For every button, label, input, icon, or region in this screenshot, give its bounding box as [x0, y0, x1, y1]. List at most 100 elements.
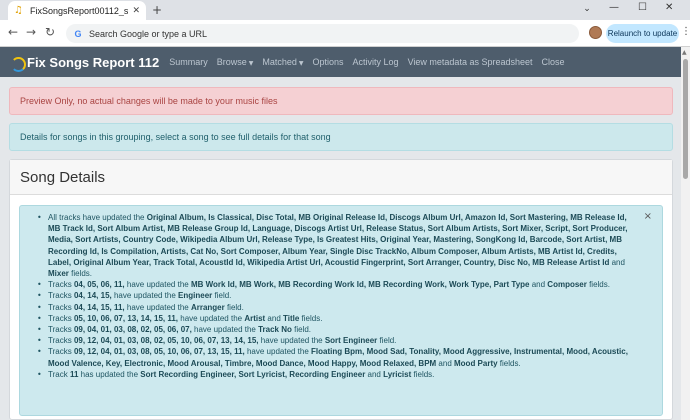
field-names: Lyricist	[383, 369, 412, 379]
nav-options[interactable]: Options	[313, 57, 344, 67]
browser-toolbar: ← → ↻ G Search Google or type a URL Rela…	[0, 20, 690, 47]
back-arrow-icon[interactable]: ←	[8, 25, 18, 39]
card-title: Song Details	[10, 160, 672, 195]
field-names: Artist	[244, 313, 266, 323]
list-item: Tracks 09, 04, 01, 03, 08, 02, 05, 06, 0…	[34, 324, 640, 335]
google-icon: G	[74, 28, 82, 39]
minimize-icon[interactable]: —	[609, 2, 619, 13]
list-item: Tracks 04, 05, 06, 11, have updated the …	[34, 279, 640, 290]
list-item-text: fields.	[411, 369, 435, 379]
info-alert: Details for songs in this grouping, sele…	[9, 123, 673, 151]
tab-close-icon[interactable]: ✕	[132, 6, 140, 16]
list-item-text: Tracks	[48, 347, 74, 357]
list-item-text: have updated the	[191, 325, 259, 335]
list-item-text: and	[436, 358, 454, 368]
list-item-text: All tracks have updated the	[48, 213, 147, 222]
list-item-text: Tracks	[48, 313, 74, 323]
field-names: 05, 10, 06, 07, 13, 14, 15, 11,	[73, 313, 179, 323]
field-names: Title	[283, 313, 300, 323]
field-names: Arranger	[190, 302, 225, 312]
tab-search-chevron-icon[interactable]: ⌄	[580, 4, 594, 16]
field-names: Mood Party	[454, 358, 498, 368]
list-item-text: have updated the	[178, 313, 245, 323]
browser-tab[interactable]: ♫ FixSongsReport00112_songdet ✕	[8, 1, 146, 20]
list-item-text: field.	[224, 302, 244, 312]
new-tab-icon[interactable]: +	[152, 3, 162, 17]
app-brand[interactable]: Fix Songs Report 112	[10, 54, 160, 72]
app-navbar: Fix Songs Report 112 Summary Browse ▼ Mat…	[0, 47, 681, 77]
address-bar[interactable]: G Search Google or type a URL	[66, 24, 579, 43]
list-item-text: and	[609, 257, 625, 267]
browser-menu-icon[interactable]: ⋮	[681, 26, 690, 37]
list-item-text: have updated the	[258, 336, 325, 346]
field-names: 04, 14, 15,	[73, 291, 112, 301]
nav-activity-log[interactable]: Activity Log	[353, 57, 399, 67]
field-names: 09, 12, 04, 01, 03, 08, 02, 05, 10, 06, …	[73, 336, 259, 346]
details-list: All tracks have updated the Original Alb…	[34, 212, 640, 380]
scroll-up-icon[interactable]: ▲	[682, 49, 687, 56]
list-item-text: fields.	[68, 269, 93, 279]
list-item-text: field.	[212, 291, 232, 301]
list-item-text: has updated the	[78, 369, 141, 379]
list-item-text: fields.	[299, 313, 323, 323]
song-details-card: Song Details × All tracks have updated t…	[9, 159, 673, 420]
list-item-text: Tracks	[48, 302, 74, 312]
list-item-text: and	[529, 280, 548, 290]
page-scrollbar[interactable]: ▲	[681, 47, 690, 420]
list-item: Tracks 04, 14, 15, 11, have updated the …	[34, 302, 640, 313]
list-item-text: have updated the	[244, 347, 312, 357]
close-icon[interactable]: ×	[644, 211, 652, 222]
nav-summary[interactable]: Summary	[169, 57, 208, 67]
field-names: MB Work Id, MB Work, MB Recording Work I…	[190, 280, 530, 290]
list-item-text: Tracks	[48, 280, 74, 290]
field-names: 04, 05, 06, 11,	[73, 280, 125, 290]
list-item-text: Tracks	[48, 336, 74, 346]
reload-icon[interactable]: ↻	[45, 25, 55, 39]
field-names: Sort Recording Engineer, Sort Lyricist, …	[140, 369, 366, 379]
list-item-text: fields.	[497, 358, 521, 368]
window-close-icon[interactable]: ✕	[665, 2, 673, 13]
field-names: Engineer	[178, 291, 213, 301]
field-names: Mixer	[48, 269, 69, 279]
nav-browse[interactable]: Browse ▼	[217, 57, 254, 67]
page-content: Preview Only, no actual changes will be …	[0, 77, 681, 420]
list-item: Tracks 09, 12, 04, 01, 03, 08, 05, 10, 0…	[34, 346, 640, 368]
field-names: 09, 12, 04, 01, 03, 08, 05, 10, 06, 07, …	[73, 347, 245, 357]
nav-view-metadata-spreadsheet[interactable]: View metadata as Spreadsheet	[408, 57, 533, 67]
list-item-text: and	[365, 369, 384, 379]
browser-tab-strip: ♫ FixSongsReport00112_songdet ✕ + ⌄ — ☐ …	[0, 0, 690, 20]
relaunch-button[interactable]: Relaunch to update	[606, 24, 679, 43]
list-item: Tracks 04, 14, 15, have updated the Engi…	[34, 290, 640, 301]
nav-close[interactable]: Close	[542, 57, 565, 67]
list-item: Track 11 has updated the Sort Recording …	[34, 369, 640, 380]
list-item-text: have updated the	[111, 291, 179, 301]
list-item-text: field.	[377, 336, 397, 346]
field-names: 09, 04, 01, 03, 08, 02, 05, 06, 07,	[73, 325, 192, 335]
forward-arrow-icon[interactable]: →	[26, 25, 36, 39]
list-item-text: Track	[48, 369, 70, 379]
address-bar-placeholder: Search Google or type a URL	[89, 28, 208, 39]
field-names: 04, 14, 15, 11,	[73, 302, 125, 312]
music-note-icon: ♫	[14, 5, 23, 16]
songkong-logo-icon	[10, 55, 26, 72]
preview-alert: Preview Only, no actual changes will be …	[9, 87, 673, 115]
nav-matched[interactable]: Matched ▼	[262, 57, 303, 67]
list-item-text: fields.	[586, 280, 610, 290]
list-item-text: and	[265, 313, 283, 323]
list-item-text: field.	[291, 325, 312, 335]
list-item: Tracks 09, 12, 04, 01, 03, 08, 02, 05, 1…	[34, 335, 640, 346]
list-item-text: Tracks	[48, 291, 74, 301]
brand-title: Fix Songs Report 112	[27, 54, 160, 70]
list-item-text: Tracks	[48, 325, 74, 335]
field-names: Track No	[258, 325, 292, 335]
profile-avatar[interactable]	[589, 26, 602, 39]
scrollbar-thumb[interactable]	[683, 59, 688, 179]
list-item: All tracks have updated the Original Alb…	[34, 212, 640, 279]
maximize-icon[interactable]: ☐	[638, 2, 647, 13]
caret-down-icon: ▼	[298, 60, 304, 67]
details-alert: × All tracks have updated the Original A…	[19, 205, 663, 416]
list-item-text: have updated the	[124, 302, 191, 312]
list-item: Tracks 05, 10, 06, 07, 13, 14, 15, 11, h…	[34, 313, 640, 324]
field-names: Sort Engineer	[324, 336, 378, 346]
card-body: × All tracks have updated the Original A…	[19, 205, 663, 420]
